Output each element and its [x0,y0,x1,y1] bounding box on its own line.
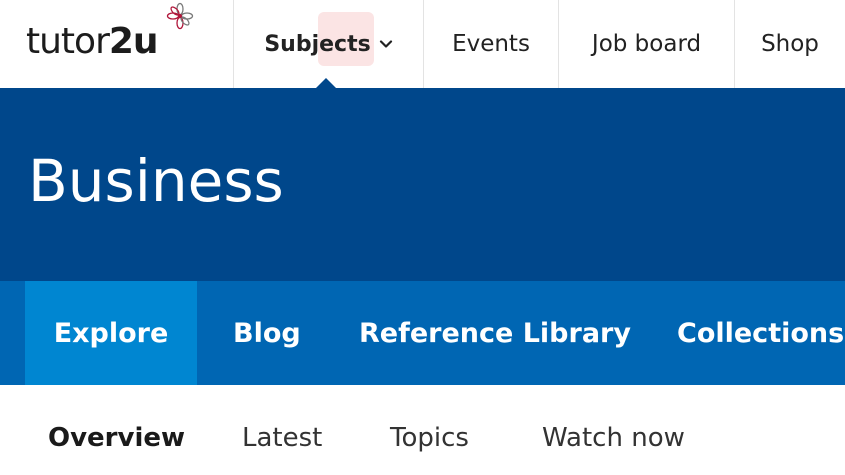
site-logo[interactable]: tutor2u [26,2,194,62]
tab-reference-library[interactable]: Reference Library [327,281,643,385]
logo-wordmark: tutor2u [26,21,159,62]
tab-collections[interactable]: Collections [643,281,844,385]
subnav-latest[interactable]: Latest [242,423,322,453]
subnav-overview[interactable]: Overview [48,423,185,453]
section-tabs: Explore Blog Reference Library Collectio… [0,281,845,385]
sub-navigation: Overview Latest Topics Watch now [0,385,845,475]
top-navigation: tutor2u Subjects Events Job board Shop [0,0,845,89]
nav-shop[interactable]: Shop [734,0,845,88]
subnav-watch-now[interactable]: Watch now [542,423,685,453]
flower-logo-icon [166,2,194,30]
tab-explore[interactable]: Explore [25,281,197,385]
chevron-down-icon [379,40,392,48]
nav-events[interactable]: Events [423,0,558,88]
nav-job-board-label: Job board [591,31,702,57]
tabs-left-spacer [0,281,25,385]
nav-events-label: Events [452,31,530,57]
page-title: Business [28,147,284,215]
tab-blog[interactable]: Blog [197,281,327,385]
nav-subjects[interactable]: Subjects [233,0,423,88]
active-nav-caret [315,78,337,89]
nav-subjects-label: Subjects [264,31,371,57]
subject-banner: Business [0,88,845,281]
nav-shop-label: Shop [761,31,819,57]
nav-job-board[interactable]: Job board [558,0,734,88]
subnav-topics[interactable]: Topics [390,423,469,453]
